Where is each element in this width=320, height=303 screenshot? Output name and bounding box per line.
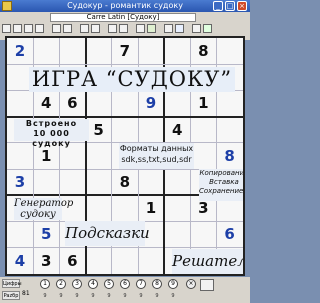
- minimize-button[interactable]: _: [213, 1, 223, 11]
- cell-digit[interactable]: 6: [59, 248, 85, 274]
- digit-button-8[interactable]: 8: [152, 279, 162, 289]
- cell-digit[interactable]: 4: [33, 90, 59, 116]
- promo-generator-line-2: судоку: [20, 209, 56, 220]
- promo-generator-line-1: Генератор: [14, 198, 74, 209]
- cell-digit[interactable]: 9: [138, 90, 164, 116]
- digit-button-1[interactable]: 1: [40, 279, 50, 289]
- print-icon[interactable]: [35, 24, 44, 33]
- digit-button-5[interactable]: 5: [104, 279, 114, 289]
- maximize-button[interactable]: □: [225, 1, 235, 11]
- exit-icon[interactable]: [203, 24, 212, 33]
- cell-digit[interactable]: 4: [164, 117, 190, 143]
- open-icon[interactable]: [13, 24, 22, 33]
- digit-count: 9: [75, 293, 79, 299]
- cell-digit[interactable]: 5: [33, 221, 59, 247]
- font-select[interactable]: Carre Latin [Судоку]: [50, 13, 196, 22]
- grid-icon[interactable]: [119, 24, 128, 33]
- digit-count: 9: [91, 293, 95, 299]
- save-icon[interactable]: [24, 24, 33, 33]
- cell-digit[interactable]: 1: [190, 90, 216, 116]
- promo-solver: Решатель: [172, 249, 243, 274]
- cell-digit[interactable]: 3: [33, 248, 59, 274]
- new-icon[interactable]: [2, 24, 11, 33]
- promo-formats: Форматы данных sdk,ss,txt,sud,sdr: [119, 143, 194, 169]
- digit-count: 9: [107, 293, 111, 299]
- cell-digit[interactable]: 8: [112, 169, 138, 195]
- values-label: Pazбр: [2, 291, 20, 300]
- mark-icon[interactable]: [200, 279, 214, 291]
- promo-copy-line-2: Вставка: [209, 178, 239, 186]
- settings-icon[interactable]: [175, 24, 184, 33]
- promo-built-in-line-1: Встроено: [25, 119, 78, 128]
- promo-formats-line-2: sdk,ss,txt,sud,sdr: [121, 155, 192, 164]
- sudoku-board[interactable]: ИГРА “СУДОКУ” Встроено 10 000 судоку Фор…: [5, 36, 245, 276]
- digits-label: Цифры: [2, 279, 22, 288]
- cell-digit[interactable]: 4: [7, 248, 33, 274]
- digit-count: 9: [43, 293, 47, 299]
- cell-digit[interactable]: 1: [33, 143, 59, 169]
- values-count: 81: [22, 290, 30, 297]
- digit-button-6[interactable]: 6: [120, 279, 130, 289]
- help-icon[interactable]: [192, 24, 201, 33]
- digit-button-7[interactable]: 7: [136, 279, 146, 289]
- cell-digit[interactable]: 1: [138, 195, 164, 221]
- digit-count: 9: [155, 293, 159, 299]
- cell-digit[interactable]: 8: [190, 38, 216, 64]
- cell-digit[interactable]: 3: [7, 169, 33, 195]
- digit-count: 9: [139, 293, 143, 299]
- close-button[interactable]: ×: [237, 1, 247, 11]
- hint-icon[interactable]: [136, 24, 145, 33]
- promo-formats-line-1: Форматы данных: [119, 144, 194, 153]
- window-title: Судокур - романтик судоку: [67, 1, 183, 10]
- digit-bar: Цифры Pazбр 81 192939495969798999 ×: [0, 277, 250, 303]
- app-icon: [2, 1, 12, 11]
- cell-digit[interactable]: 3: [190, 195, 216, 221]
- cell-digit[interactable]: 5: [86, 117, 112, 143]
- digit-count: 9: [123, 293, 127, 299]
- cell-digit[interactable]: 6: [59, 90, 85, 116]
- clear-digit-button[interactable]: ×: [186, 279, 196, 289]
- digit-count: 9: [59, 293, 63, 299]
- cell-digit[interactable]: 2: [7, 38, 33, 64]
- digit-count: 9: [171, 293, 175, 299]
- cell-digit[interactable]: 8: [217, 143, 243, 169]
- digit-button-9[interactable]: 9: [168, 279, 178, 289]
- title-bar: Судокур - романтик судоку _ □ ×: [0, 0, 250, 12]
- check-icon[interactable]: [147, 24, 156, 33]
- copy-icon[interactable]: [52, 24, 61, 33]
- promo-hints: Подсказки: [65, 221, 150, 246]
- cell-digit[interactable]: 7: [112, 38, 138, 64]
- promo-generator: Генератор судоку: [14, 198, 74, 220]
- paste-icon[interactable]: [63, 24, 72, 33]
- edit-icon[interactable]: [108, 24, 117, 33]
- digit-button-4[interactable]: 4: [88, 279, 98, 289]
- cell-digit[interactable]: 6: [217, 221, 243, 247]
- redo-icon[interactable]: [91, 24, 100, 33]
- undo-icon[interactable]: [80, 24, 89, 33]
- toolbar: [2, 24, 248, 36]
- digit-button-3[interactable]: 3: [72, 279, 82, 289]
- promo-title: ИГРА “СУДОКУ”: [29, 67, 235, 92]
- search-icon[interactable]: [164, 24, 173, 33]
- digit-button-2[interactable]: 2: [56, 279, 66, 289]
- promo-copy-line-1: Копирование: [199, 169, 245, 177]
- promo-built-in: Встроено 10 000 судоку: [14, 119, 89, 148]
